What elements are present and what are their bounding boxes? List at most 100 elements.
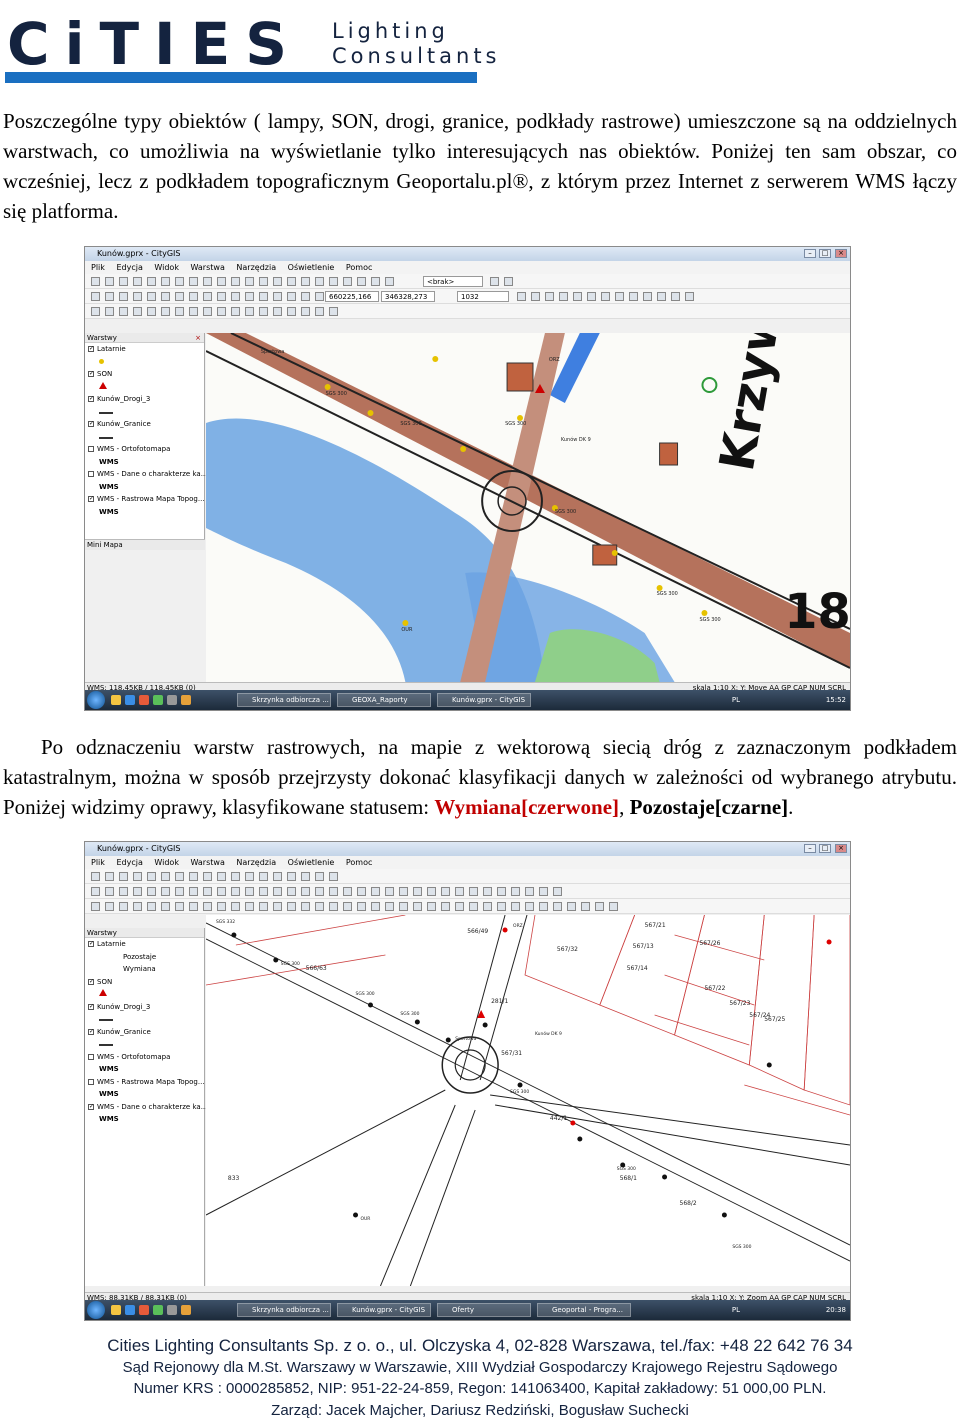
toolbar-button[interactable] — [399, 902, 408, 911]
toolbar-button[interactable] — [245, 307, 254, 316]
toolbar-button[interactable] — [287, 902, 296, 911]
toolbar-button[interactable] — [133, 307, 142, 316]
toolbar-button[interactable] — [259, 902, 268, 911]
toolbar-button[interactable] — [517, 292, 526, 301]
toolbar-button[interactable] — [357, 277, 366, 286]
toolbar-button[interactable] — [105, 292, 114, 301]
toolbar-button[interactable] — [371, 277, 380, 286]
toolbar-button[interactable] — [203, 307, 212, 316]
toolbar-button[interactable] — [399, 887, 408, 896]
menu-plik[interactable]: Plik — [91, 263, 105, 272]
toolbar-button[interactable] — [245, 887, 254, 896]
taskbar-item-mail[interactable]: Skrzynka odbiorcza ... — [237, 1303, 331, 1317]
toolbar-button[interactable] — [133, 277, 142, 286]
map-view-topographic[interactable]: Krzywa 18 Kunów DK 9 SGS 300 SGS 300 SGS… — [206, 333, 850, 682]
toolbar-button[interactable] — [497, 902, 506, 911]
toolbar-button[interactable] — [203, 872, 212, 881]
checkbox[interactable]: ✓ — [88, 978, 94, 985]
layer-kunow-granice[interactable]: ✓ Kunów_Granice — [85, 1026, 204, 1039]
toolbar-button[interactable] — [273, 292, 282, 301]
toolbar-button[interactable] — [161, 277, 170, 286]
menu-warstwa[interactable]: Warstwa — [191, 858, 225, 867]
toolbar-button[interactable] — [504, 277, 513, 286]
toolbar-button[interactable] — [91, 872, 100, 881]
checkbox[interactable]: ✓ — [88, 1103, 94, 1110]
toolbar-button[interactable] — [287, 292, 296, 301]
toolbar-button[interactable] — [545, 292, 554, 301]
toolbar-button[interactable] — [259, 292, 268, 301]
toolbar-button[interactable] — [567, 902, 576, 911]
toolbar-button[interactable] — [147, 872, 156, 881]
checkbox[interactable] — [88, 446, 94, 452]
layer-kunow-drogi[interactable]: ✓ Kunów_Drogi_3 — [85, 1001, 204, 1014]
toolbar-button[interactable] — [273, 902, 282, 911]
toolbar-button[interactable] — [273, 872, 282, 881]
toolbar-button[interactable] — [497, 887, 506, 896]
toolbar-button[interactable] — [161, 292, 170, 301]
toolbar-button[interactable] — [217, 292, 226, 301]
minimize-icon[interactable]: – — [804, 844, 816, 853]
toolbar-button[interactable] — [161, 307, 170, 316]
layer-son[interactable]: ✓ SON — [85, 368, 204, 381]
layer-wms-ortofotomapa[interactable]: WMS - Ortofotomapa — [85, 1051, 204, 1064]
menu-warstwa[interactable]: Warstwa — [191, 263, 225, 272]
taskbar-item-geoxa[interactable]: GEOXA_Raporty — [337, 693, 431, 707]
checkbox[interactable] — [88, 1053, 94, 1060]
toolbar-button[interactable] — [119, 292, 128, 301]
toolbar-button[interactable] — [189, 887, 198, 896]
toolbar-button[interactable] — [175, 277, 184, 286]
toolbar-button[interactable] — [671, 292, 680, 301]
maximize-icon[interactable]: □ — [819, 844, 831, 853]
checkbox[interactable]: ✓ — [88, 1003, 94, 1010]
toolbar-button[interactable] — [629, 292, 638, 301]
toolbar-button[interactable] — [301, 887, 310, 896]
toolbar-button[interactable] — [287, 277, 296, 286]
toolbar-button[interactable] — [245, 872, 254, 881]
toolbar-button[interactable] — [189, 292, 198, 301]
menu-narzedzia[interactable]: Narzędzia — [236, 858, 276, 867]
toolbar-button[interactable] — [259, 887, 268, 896]
toolbar-button[interactable] — [217, 887, 226, 896]
toolbar-button[interactable] — [133, 887, 142, 896]
toolbar-button[interactable] — [559, 292, 568, 301]
toolbar-button[interactable] — [315, 307, 324, 316]
toolbar-button[interactable] — [643, 292, 652, 301]
toolbar-button[interactable] — [469, 902, 478, 911]
toolbar-button[interactable] — [315, 292, 324, 301]
checkbox[interactable]: ✓ — [88, 496, 94, 502]
toolbar-button[interactable] — [147, 887, 156, 896]
quicklaunch-icon[interactable] — [111, 695, 121, 705]
toolbar-button[interactable] — [273, 307, 282, 316]
taskbar-item-citygis[interactable]: Kunów.gprx - CityGIS — [437, 693, 531, 707]
menu-pomoc[interactable]: Pomoc — [346, 858, 373, 867]
toolbar-button[interactable] — [511, 887, 520, 896]
toolbar-button[interactable] — [573, 292, 582, 301]
toolbar-button[interactable] — [217, 307, 226, 316]
toolbar-button[interactable] — [315, 872, 324, 881]
toolbar-button[interactable] — [531, 292, 540, 301]
toolbar-button[interactable] — [161, 902, 170, 911]
toolbar-button[interactable] — [357, 887, 366, 896]
toolbar-button[interactable] — [385, 277, 394, 286]
toolbar-button[interactable] — [315, 277, 324, 286]
close-icon[interactable]: × — [835, 844, 847, 853]
toolbar-button[interactable] — [147, 292, 156, 301]
layer-wms-ortofotomapa[interactable]: WMS - Ortofotomapa — [85, 443, 204, 456]
quicklaunch-icon[interactable] — [153, 695, 163, 705]
taskbar-item-oferty[interactable]: Oferty — [437, 1303, 531, 1317]
toolbar-button[interactable] — [609, 902, 618, 911]
quicklaunch-icon[interactable] — [139, 1305, 149, 1315]
quicklaunch-icon[interactable] — [125, 1305, 135, 1315]
toolbar-button[interactable] — [581, 902, 590, 911]
toolbar-button[interactable] — [601, 292, 610, 301]
toolbar-button[interactable] — [413, 902, 422, 911]
toolbar-button[interactable] — [245, 902, 254, 911]
checkbox[interactable]: ✓ — [88, 421, 94, 427]
toolbar-button[interactable] — [91, 292, 100, 301]
taskbar-item-geoportal[interactable]: Geoportal - Progra... — [537, 1303, 631, 1317]
toolbar-button[interactable] — [455, 902, 464, 911]
toolbar-button[interactable] — [231, 872, 240, 881]
toolbar-button[interactable] — [147, 902, 156, 911]
start-button-icon[interactable] — [87, 1301, 105, 1319]
toolbar-button[interactable] — [553, 902, 562, 911]
